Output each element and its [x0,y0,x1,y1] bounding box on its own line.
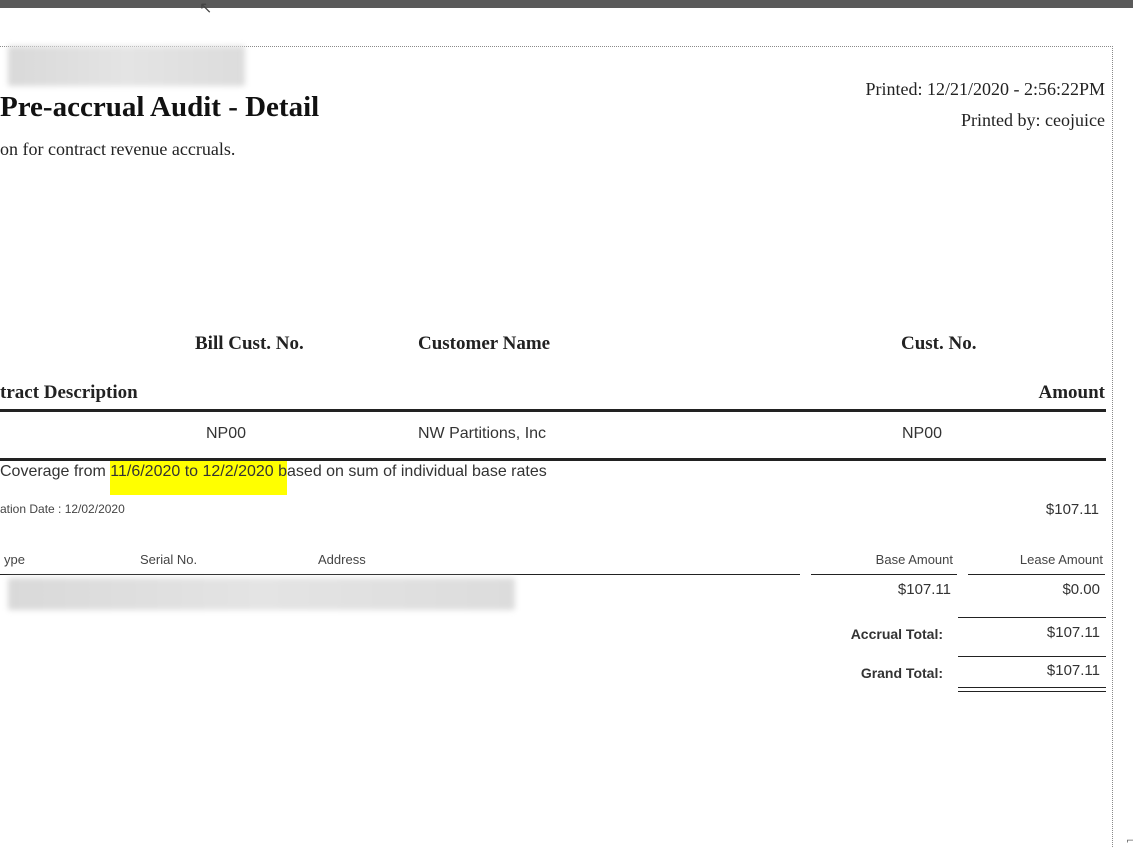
customer-cust-no: NP00 [902,425,943,442]
column-customer-name: Customer Name [418,333,551,354]
coverage-suffix: ased on sum of individual base rates [287,463,547,480]
column-bill-cust-no: Bill Cust. No. [195,333,304,354]
customer-bill-cust-no: NP00 [206,425,247,442]
column-serial-no: Serial No. [140,552,198,567]
contract-amount: $107.11 [1045,501,1099,518]
column-base-amount: Base Amount [875,552,953,567]
report-subtitle: on for contract revenue accruals. [0,139,236,159]
coverage-prefix: Coverage from [0,463,111,480]
window-top-border [0,0,1133,8]
printed-timestamp: Printed: 12/21/2020 - 2:56:22PM [865,79,1105,99]
grand-total-double-rule-top [958,687,1106,688]
mouse-pointer-icon: ↖ [199,0,213,17]
detail-rule-lease [968,574,1105,575]
column-lease-amount: Lease Amount [1019,552,1103,567]
column-address: Address [318,552,366,567]
expiration-date: ation Date : 12/02/2020 [0,502,125,516]
grand-total-value: $107.11 [1046,662,1100,679]
redacted-company-name [8,46,245,86]
detail-lease-amount: $0.00 [1062,581,1100,598]
column-type: ype [4,552,25,567]
detail-base-amount: $107.11 [897,581,951,598]
grand-total-label: Grand Total: [860,665,943,681]
grand-total-rule [958,656,1106,657]
header-rule [0,409,1106,412]
column-contract-description: tract Description [0,382,138,403]
grand-total-double-rule-bottom [958,691,1106,692]
redacted-equipment-row [8,578,515,610]
detail-rule-base [811,574,957,575]
accrual-total-rule [958,617,1106,618]
detail-rule-left [0,574,800,575]
coverage-description: Coverage from 11/6/2020 to 12/2/2020 bas… [0,461,547,495]
printed-by: Printed by: ceojuice [961,110,1105,130]
resize-corner-icon: ⌐ [1126,836,1133,847]
report-page [0,46,1113,847]
accrual-total-value: $107.11 [1046,624,1100,641]
column-cust-no: Cust. No. [901,333,977,354]
coverage-date-highlight: 11/6/2020 to 12/2/2020 b [110,461,288,495]
report-title: Pre-accrual Audit - Detail [0,91,320,123]
customer-name: NW Partitions, Inc [418,425,547,442]
accrual-total-label: Accrual Total: [850,626,943,642]
column-amount: Amount [1038,382,1105,403]
